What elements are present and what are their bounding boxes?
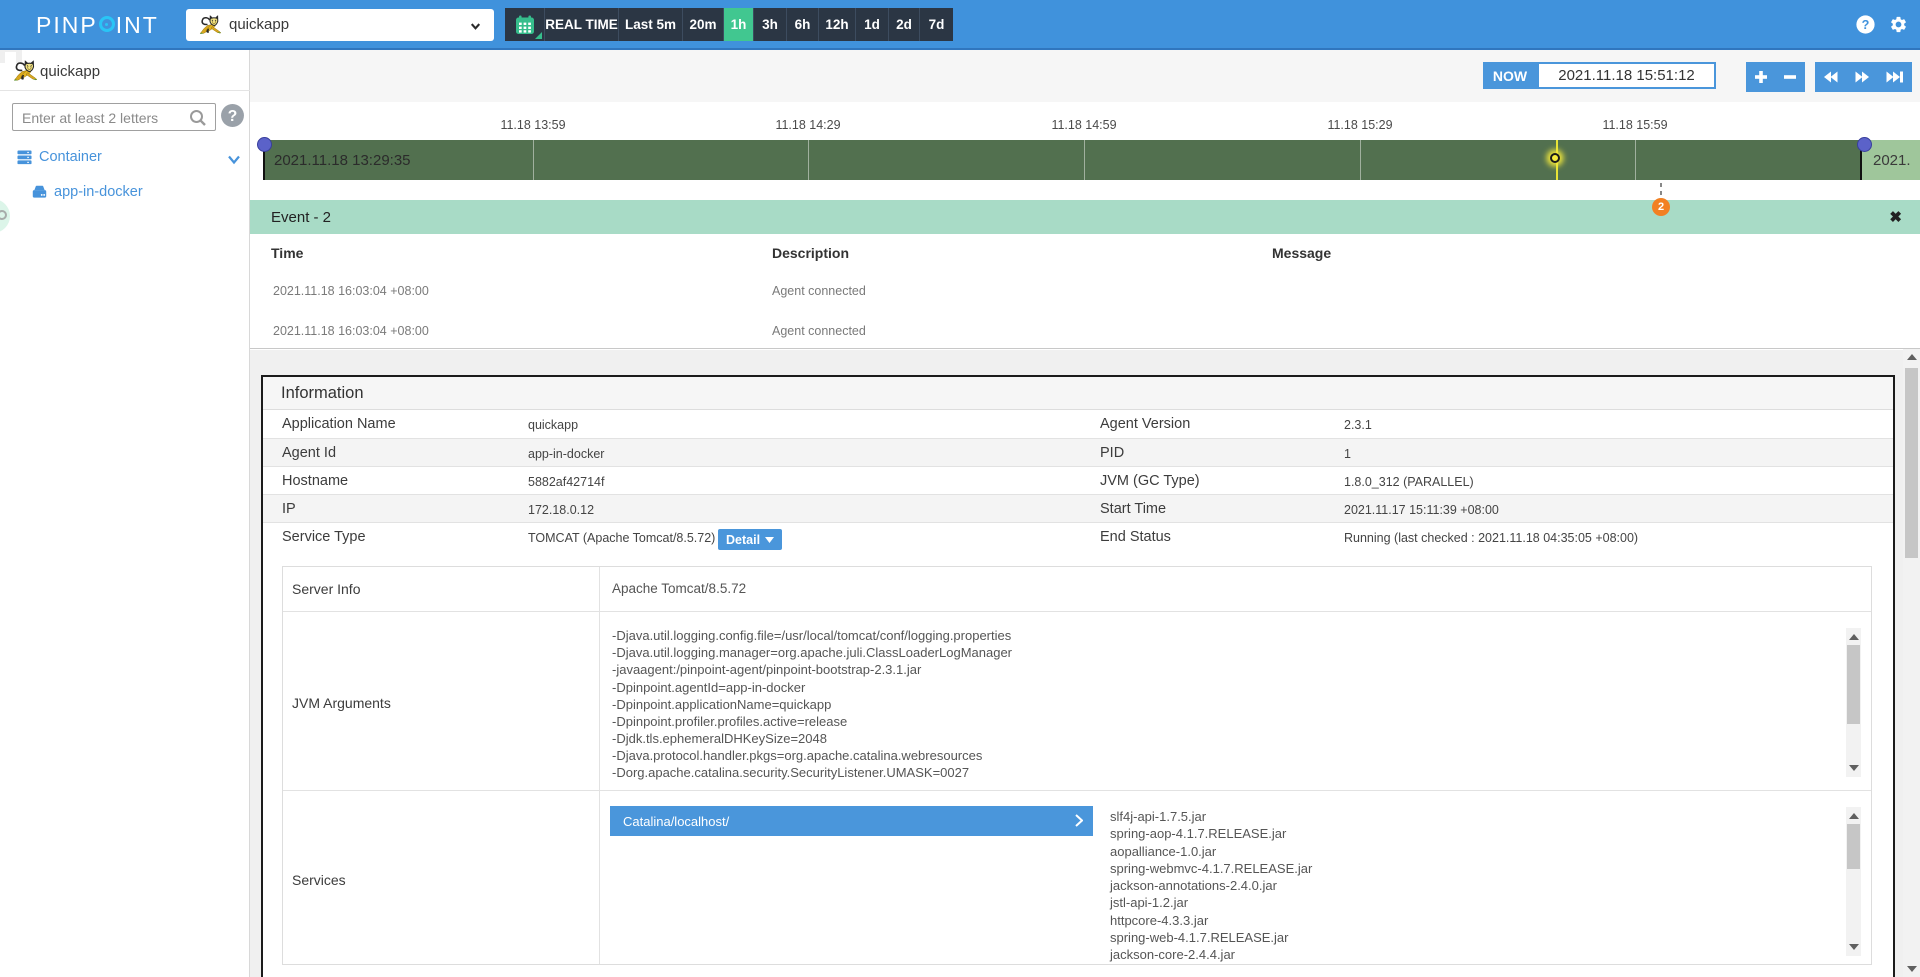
svg-text:?: ? bbox=[228, 108, 238, 125]
svg-text:?: ? bbox=[1862, 18, 1870, 32]
